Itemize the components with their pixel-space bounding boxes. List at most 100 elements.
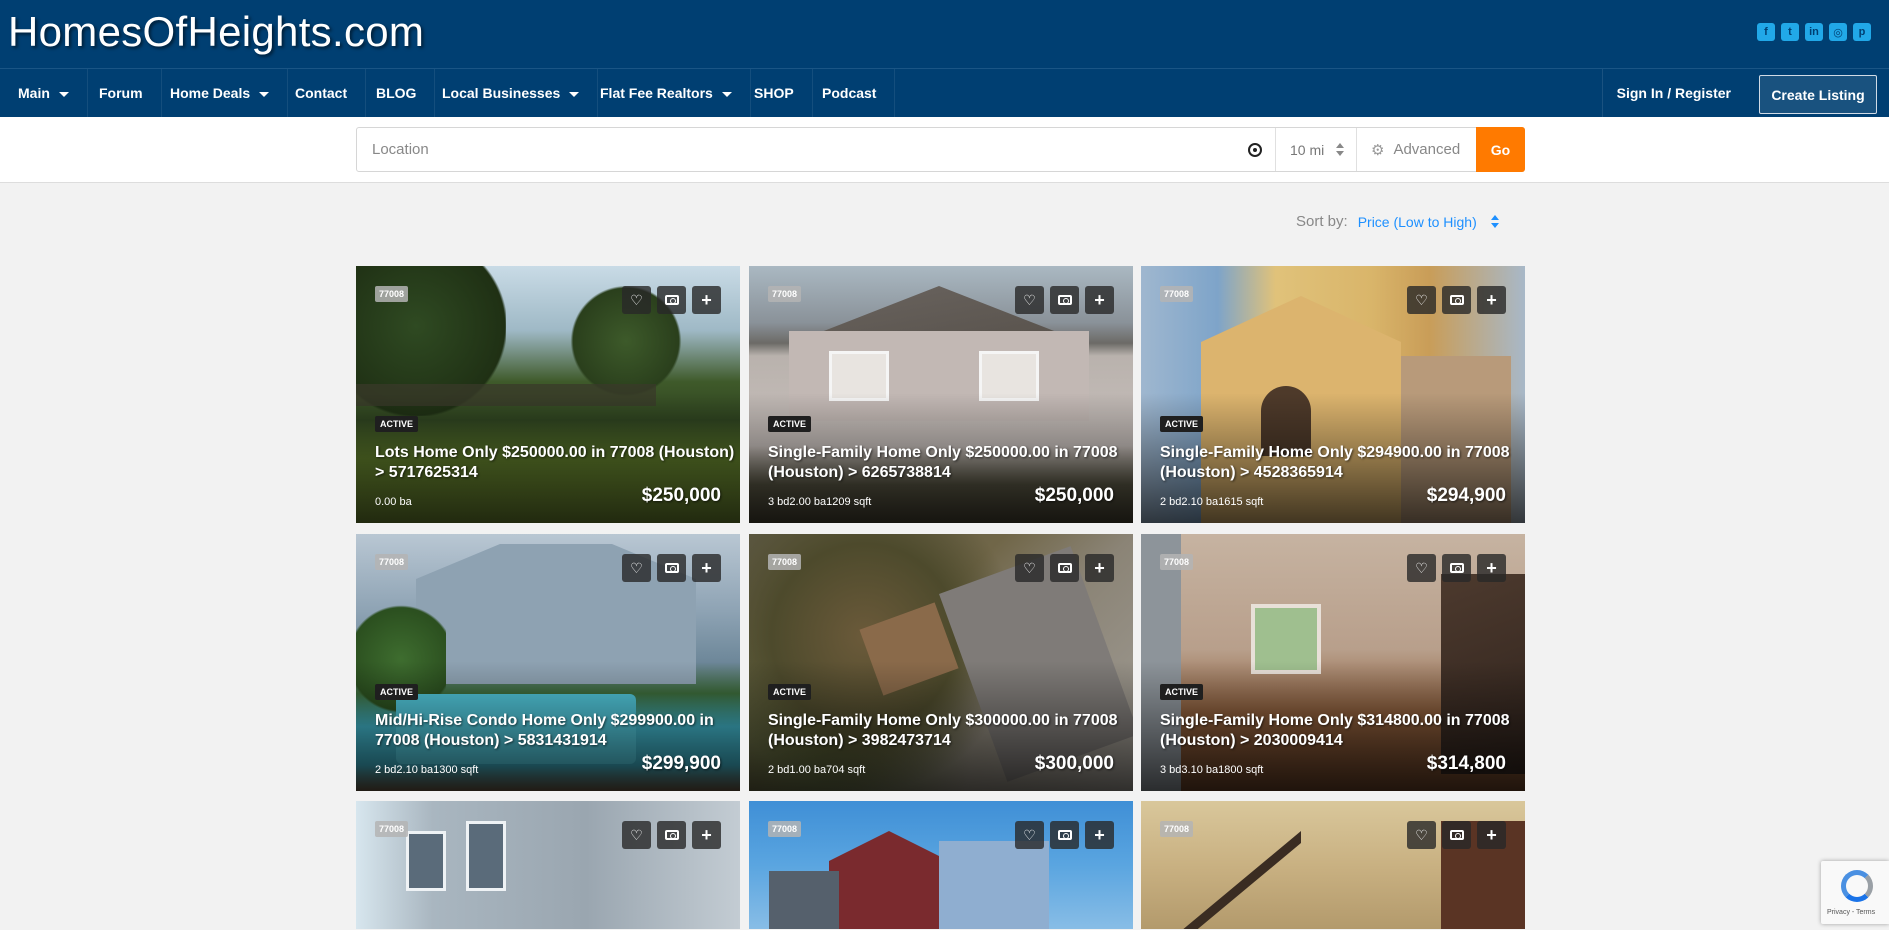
instagram-icon[interactable]: ◎ (1829, 23, 1847, 41)
chevron-down-icon (58, 91, 69, 97)
listing-title[interactable]: Single-Family Home Only $300000.00 in 77… (768, 711, 1128, 751)
favorite-heart-icon[interactable]: ♡ (1015, 821, 1044, 849)
favorite-heart-icon[interactable]: ♡ (1407, 821, 1436, 849)
favorite-heart-icon[interactable]: ♡ (622, 286, 651, 314)
card-actions: ♡ + (1407, 821, 1506, 849)
listing-card[interactable]: 77008 ♡ + ACTIVE Single-Family Home Only… (749, 534, 1133, 791)
nav-item-podcast[interactable]: Podcast (804, 69, 896, 117)
nav-item-shop[interactable]: SHOP (736, 69, 813, 117)
camera-icon[interactable] (657, 286, 686, 314)
linkedin-icon[interactable]: in (1805, 23, 1823, 41)
listing-specs: 2 bd1.00 ba704 sqft (768, 764, 866, 776)
radius-value: 10 mi (1290, 141, 1325, 158)
camera-icon[interactable] (1050, 821, 1079, 849)
site-logo-title[interactable]: HomesOfHeights.com (8, 8, 424, 56)
status-badge: ACTIVE (1160, 684, 1204, 700)
listing-title[interactable]: Single-Family Home Only $250000.00 in 77… (768, 443, 1128, 483)
favorite-heart-icon[interactable]: ♡ (1407, 286, 1436, 314)
zip-badge: 77008 (1160, 821, 1194, 837)
favorite-heart-icon[interactable]: ♡ (1015, 554, 1044, 582)
nav-item-forum[interactable]: Forum (81, 69, 162, 117)
listing-price: $299,900 (641, 753, 721, 774)
nav-item-label: BLOG (376, 85, 417, 101)
add-plus-icon[interactable]: + (1085, 554, 1114, 582)
favorite-heart-icon[interactable]: ♡ (622, 821, 651, 849)
listing-title[interactable]: Single-Family Home Only $294900.00 in 77… (1160, 443, 1520, 483)
sign-in-register-link[interactable]: Sign In / Register (1601, 69, 1745, 117)
select-arrows-icon (1336, 143, 1344, 156)
facebook-icon[interactable]: f (1757, 23, 1775, 41)
go-button[interactable]: Go (1476, 127, 1525, 172)
camera-icon[interactable] (1442, 286, 1471, 314)
camera-glyph (1449, 295, 1464, 305)
listing-card[interactable]: 77008 ♡ + ACTIVE Mid/Hi-Rise Condo Home … (356, 534, 740, 791)
location-input[interactable] (357, 128, 1275, 171)
create-listing-button[interactable]: Create Listing (1759, 75, 1877, 114)
nav-item-label: Podcast (822, 85, 877, 101)
zip-badge: 77008 (375, 821, 409, 837)
sort-select[interactable]: Price (Low to High) (1358, 214, 1477, 230)
status-badge: ACTIVE (1160, 416, 1204, 432)
nav-item-local-businesses[interactable]: Local Businesses (424, 69, 599, 117)
listing-title[interactable]: Lots Home Only $250000.00 in 77008 (Hous… (375, 443, 735, 483)
camera-glyph (1057, 295, 1072, 305)
current-location-icon[interactable] (1248, 143, 1262, 157)
listing-card[interactable]: 77008 ♡ + ACTIVE Single-Family Home Only… (1141, 266, 1525, 523)
add-plus-icon[interactable]: + (1477, 554, 1506, 582)
camera-icon[interactable] (1050, 286, 1079, 314)
camera-glyph (664, 563, 679, 573)
listing-card[interactable]: 77008 ♡ + (749, 801, 1133, 929)
status-badge: ACTIVE (375, 684, 419, 700)
select-arrows-icon[interactable] (1490, 215, 1499, 228)
favorite-heart-icon[interactable]: ♡ (1015, 286, 1044, 314)
nav-item-flat-fee-realtors[interactable]: Flat Fee Realtors (582, 69, 751, 117)
nav-item-label: Local Businesses (442, 85, 561, 101)
zip-badge: 77008 (1160, 286, 1194, 302)
nav-item-main[interactable]: Main (0, 69, 88, 117)
listing-card[interactable]: 77008 ♡ + ACTIVE Single-Family Home Only… (749, 266, 1133, 523)
pinterest-icon[interactable]: p (1853, 23, 1871, 41)
add-plus-icon[interactable]: + (692, 554, 721, 582)
add-plus-icon[interactable]: + (1085, 821, 1114, 849)
twitter-icon[interactable]: t (1781, 23, 1799, 41)
listing-title[interactable]: Single-Family Home Only $314800.00 in 77… (1160, 711, 1520, 751)
camera-glyph (664, 830, 679, 840)
recaptcha-badge[interactable]: Privacy - Terms (1821, 861, 1889, 924)
favorite-heart-icon[interactable]: ♡ (1407, 554, 1436, 582)
listing-card[interactable]: 77008 ♡ + (1141, 801, 1525, 929)
zip-badge: 77008 (768, 821, 802, 837)
listing-card[interactable]: 77008 ♡ + (356, 801, 740, 929)
camera-icon[interactable] (657, 554, 686, 582)
add-plus-icon[interactable]: + (1477, 286, 1506, 314)
camera-icon[interactable] (1442, 821, 1471, 849)
listing-price: $294,900 (1426, 485, 1506, 506)
sort-control: Sort by: Price (Low to High) (1296, 213, 1499, 230)
add-plus-icon[interactable]: + (1085, 286, 1114, 314)
status-badge: ACTIVE (375, 416, 419, 432)
nav-item-home-deals[interactable]: Home Deals (152, 69, 289, 117)
radius-select[interactable]: 10 mi (1275, 128, 1356, 171)
main-nav: Main Forum Home Deals Contact BLOG Local… (0, 68, 1889, 117)
advanced-search-button[interactable]: ⚙ Advanced (1356, 128, 1476, 171)
camera-glyph (664, 295, 679, 305)
recaptcha-privacy-terms[interactable]: Privacy - Terms (1827, 909, 1875, 916)
camera-icon[interactable] (657, 821, 686, 849)
favorite-heart-icon[interactable]: ♡ (622, 554, 651, 582)
listing-price: $250,000 (641, 485, 721, 506)
listing-title[interactable]: Mid/Hi-Rise Condo Home Only $299900.00 i… (375, 711, 735, 751)
add-plus-icon[interactable]: + (692, 821, 721, 849)
zip-badge: 77008 (768, 286, 802, 302)
camera-icon[interactable] (1442, 554, 1471, 582)
card-actions: ♡ + (622, 554, 721, 582)
nav-item-contact[interactable]: Contact (277, 69, 367, 117)
add-plus-icon[interactable]: + (692, 286, 721, 314)
listing-card[interactable]: 77008 ♡ + ACTIVE Lots Home Only $250000.… (356, 266, 740, 523)
add-plus-icon[interactable]: + (1477, 821, 1506, 849)
listing-price: $300,000 (1034, 753, 1114, 774)
listing-specs: 3 bd3.10 ba1800 sqft (1160, 764, 1264, 776)
zip-badge: 77008 (768, 554, 802, 570)
listing-specs: 3 bd2.00 ba1209 sqft (768, 496, 872, 508)
advanced-label: Advanced (1393, 141, 1461, 158)
listing-card[interactable]: 77008 ♡ + ACTIVE Single-Family Home Only… (1141, 534, 1525, 791)
camera-icon[interactable] (1050, 554, 1079, 582)
